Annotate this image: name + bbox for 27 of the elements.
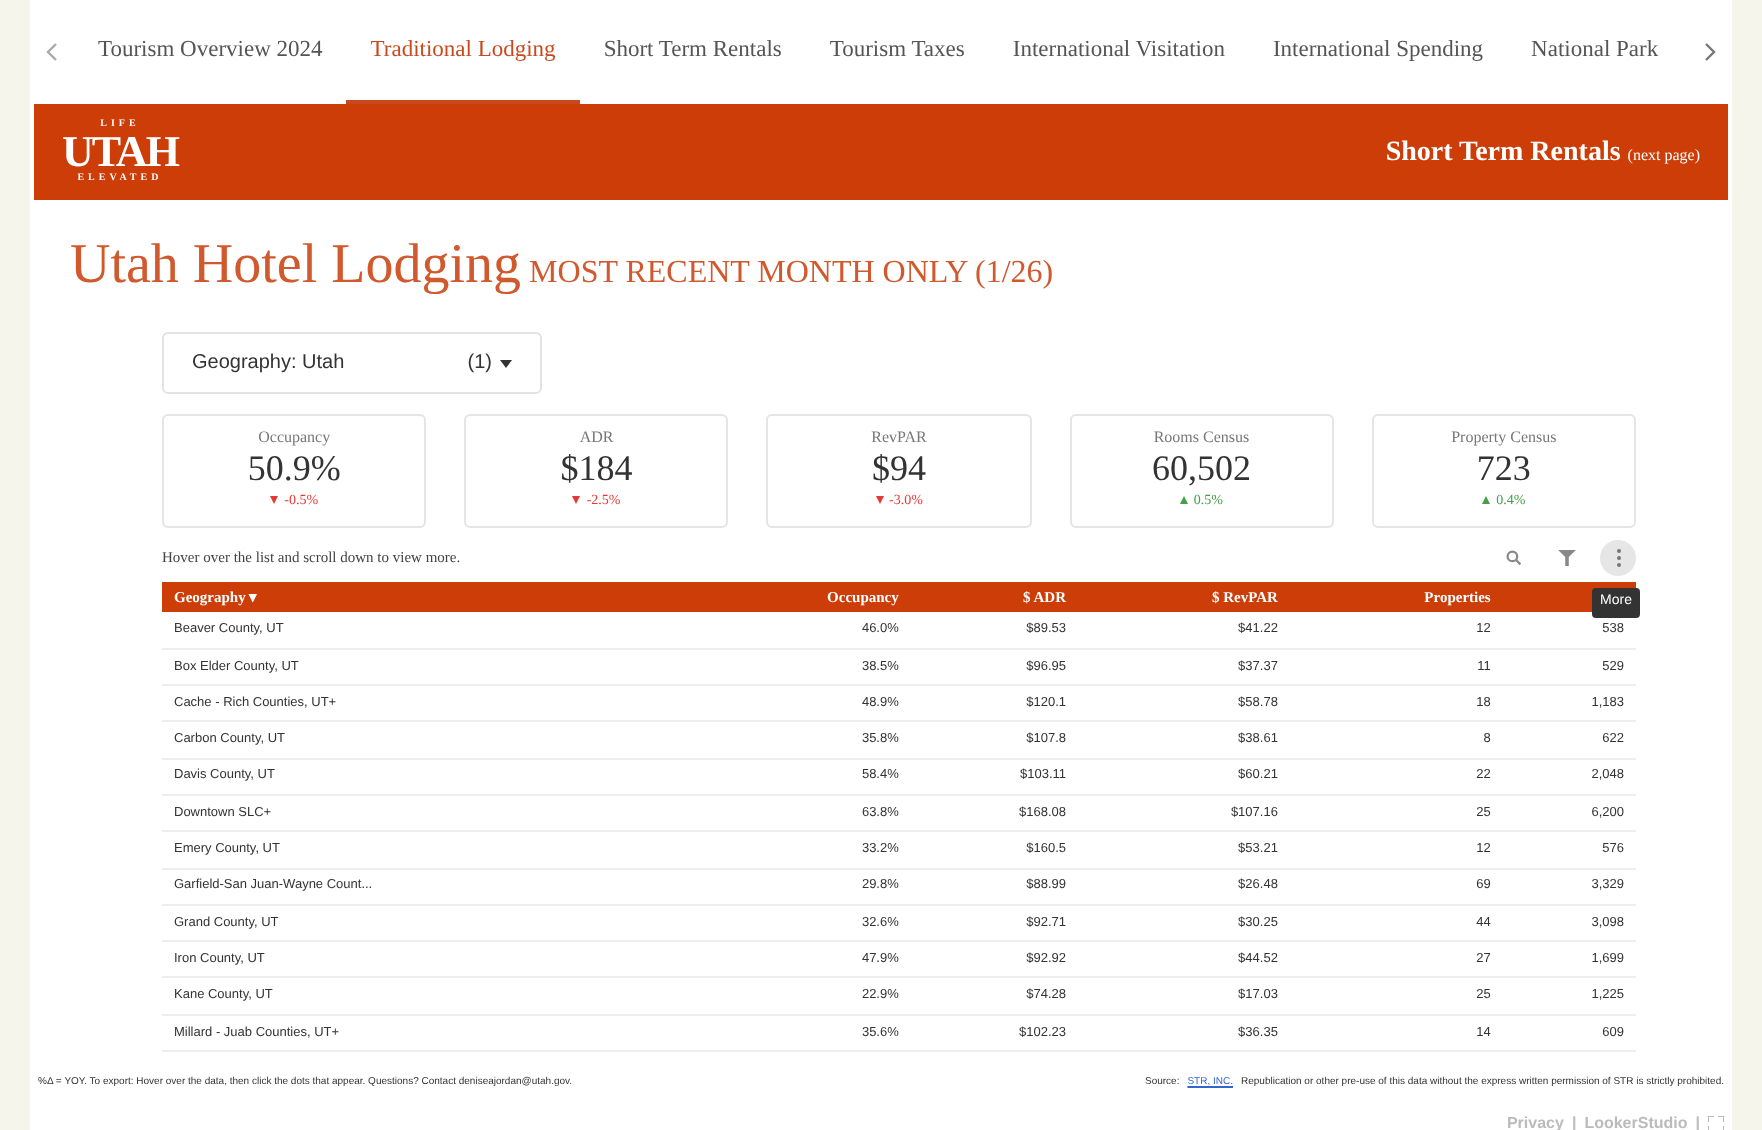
kpi-label: Occupancy bbox=[256, 426, 333, 450]
kpi-value: 60,502 bbox=[1149, 450, 1253, 490]
tab[interactable]: Tourism Taxes bbox=[805, 0, 989, 104]
tab[interactable]: International Spending bbox=[1248, 0, 1508, 104]
page-title: Utah Hotel Lodging bbox=[70, 234, 522, 296]
kpi-value: $94 bbox=[870, 450, 928, 490]
caret-icon bbox=[500, 359, 512, 367]
kpi-label: Property Census bbox=[1449, 426, 1559, 450]
tab[interactable]: International Visitation bbox=[988, 0, 1249, 104]
geography-filter[interactable]: Geography: Utah (1) bbox=[162, 332, 542, 394]
kpi-label: RevPAR bbox=[869, 426, 929, 450]
tab[interactable]: Short Term Rentals bbox=[579, 0, 806, 104]
kpi-value: $184 bbox=[558, 450, 635, 490]
kpi-value: 50.9% bbox=[245, 450, 343, 490]
separator: | bbox=[1571, 1111, 1577, 1130]
kpi-label: Rooms Census bbox=[1151, 426, 1252, 450]
more-icon[interactable] bbox=[1600, 540, 1636, 576]
fullscreen-icon[interactable] bbox=[1708, 1115, 1724, 1130]
logo-text: UTAH bbox=[62, 130, 178, 174]
tab[interactable]: Traditional Lodging bbox=[346, 0, 580, 104]
next-page-link[interactable]: Short Term Rentals (next page) bbox=[1385, 131, 1700, 173]
tab[interactable]: National Park bbox=[1507, 0, 1683, 104]
kpi-label: ADR bbox=[577, 426, 616, 450]
kpi-value: 723 bbox=[1474, 450, 1533, 490]
separator: | bbox=[1695, 1111, 1700, 1130]
tab[interactable]: Tourism Overview 2024 bbox=[74, 0, 347, 104]
page-subtitle: MOST RECENT MONTH ONLY (1/26) bbox=[529, 256, 1054, 290]
